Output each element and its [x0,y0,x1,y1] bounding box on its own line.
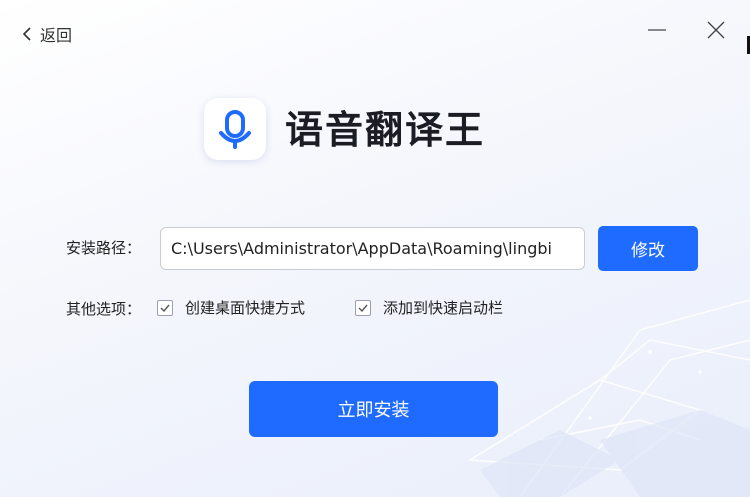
app-name: 语音翻译王 [285,108,486,152]
other-options-label: 其他选项： [66,300,142,318]
install-now-button[interactable]: 立即安装 [249,381,498,437]
back-button[interactable]: 返回 [22,22,72,46]
modify-path-button[interactable]: 修改 [598,226,698,271]
quick-launch-label: 添加到快速启动栏 [383,299,504,317]
minimize-button[interactable] [645,18,669,42]
installer-window: 返回 语音翻译王 安装路径： 修改 其他选项： 创建桌面快捷方式 [0,0,750,497]
microphone-icon [219,110,251,149]
install-path-label: 安装路径： [66,239,142,257]
chevron-left-icon [22,27,31,41]
minimize-icon [648,29,666,31]
close-button[interactable] [704,18,728,42]
desktop-shortcut-checkbox[interactable] [157,300,173,316]
quick-launch-checkbox[interactable] [355,300,371,316]
checkmark-icon [358,304,368,313]
back-label: 返回 [40,26,73,45]
install-path-input[interactable] [160,227,585,270]
checkmark-icon [160,304,170,313]
close-icon [707,21,725,39]
app-logo [204,98,266,160]
quick-launch-option[interactable]: 添加到快速启动栏 [355,298,503,318]
desktop-shortcut-label: 创建桌面快捷方式 [185,299,306,317]
desktop-shortcut-option[interactable]: 创建桌面快捷方式 [157,298,305,318]
